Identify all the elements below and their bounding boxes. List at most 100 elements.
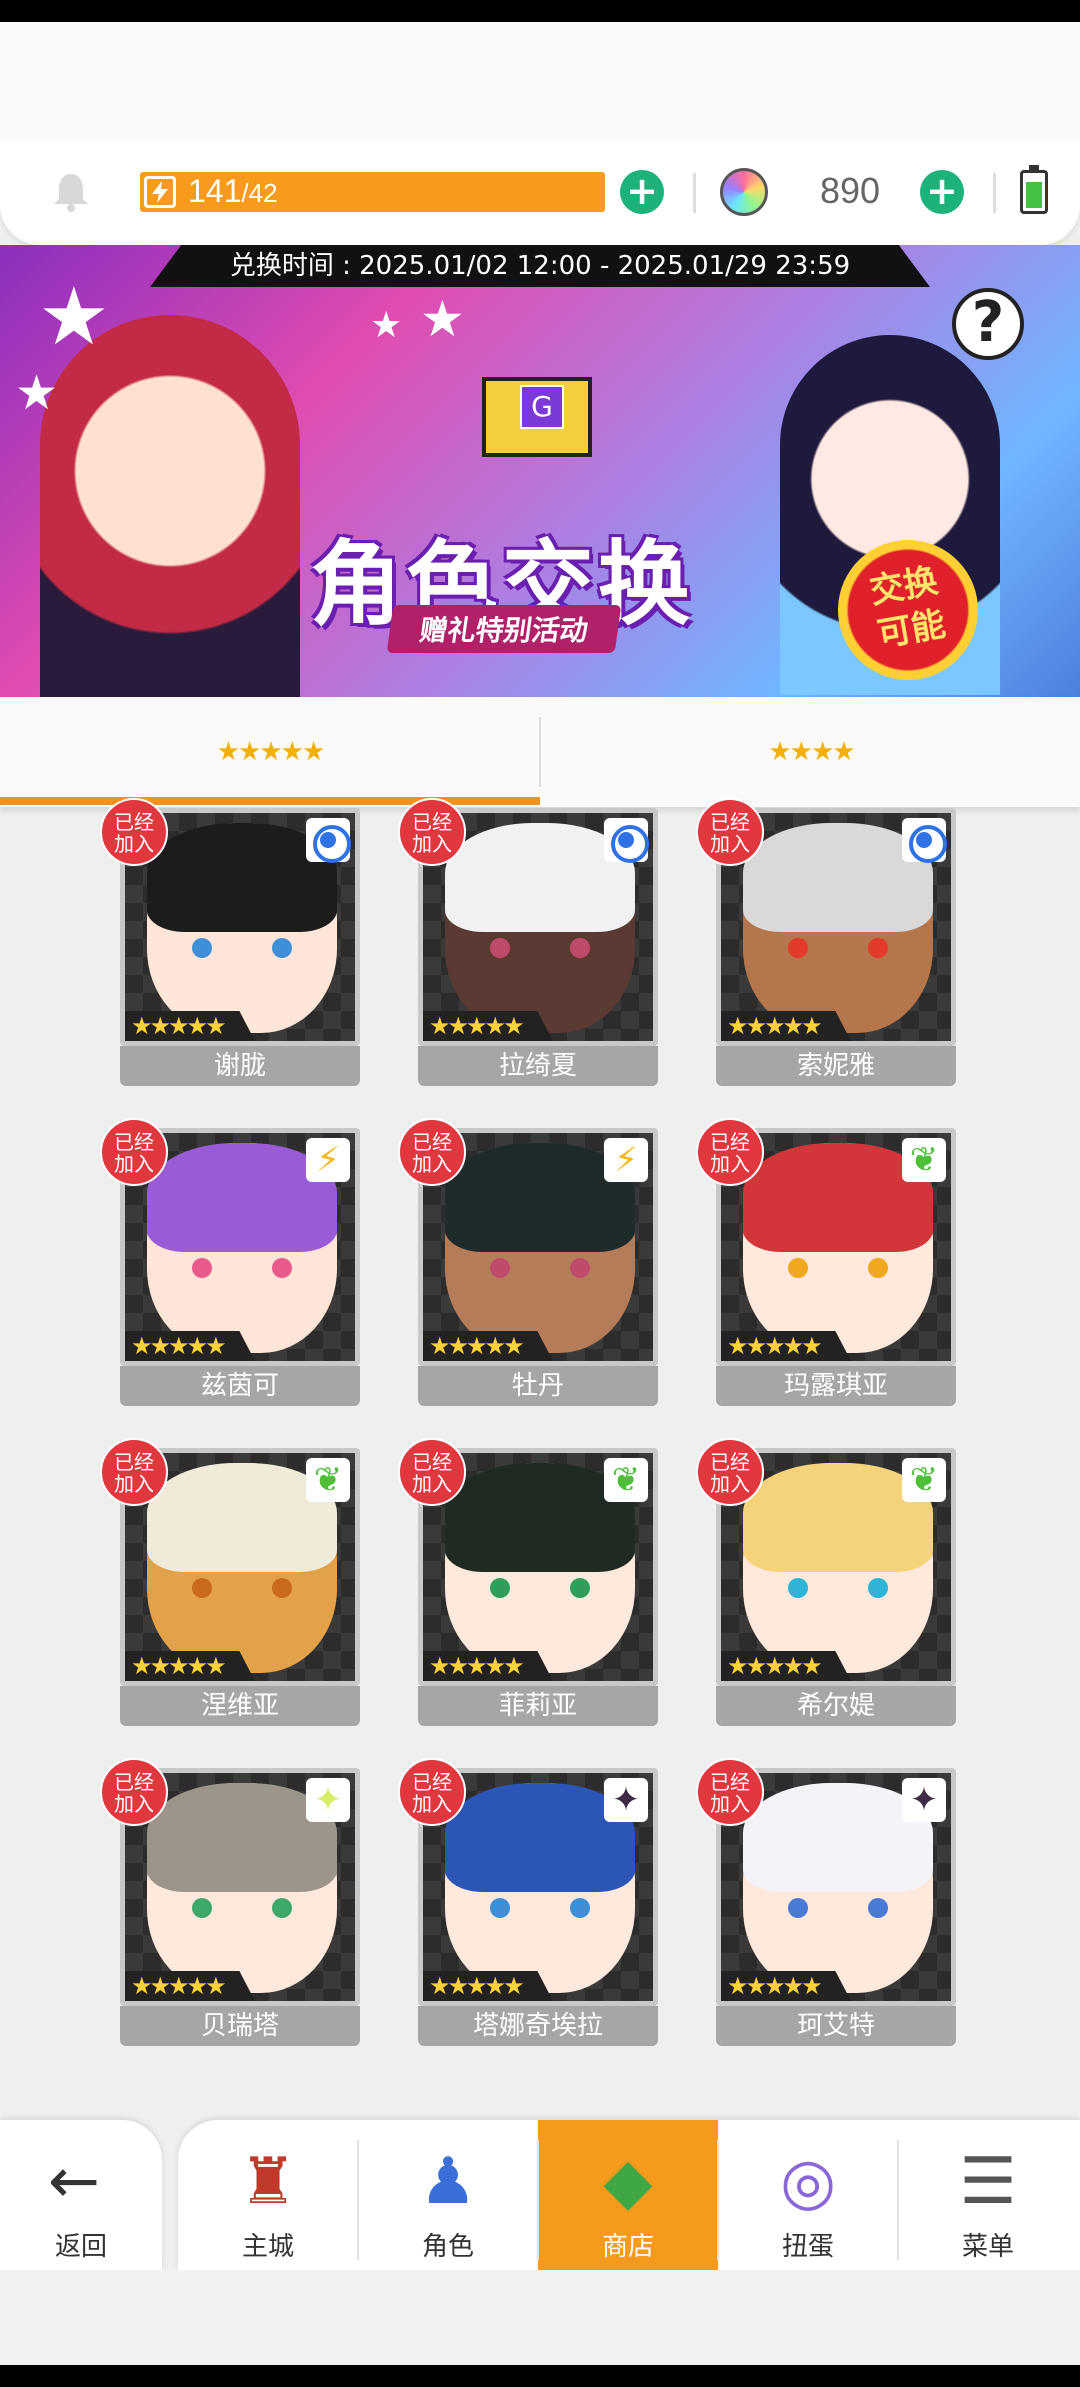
envelope-icon [482, 377, 592, 457]
character-name: 拉绮夏 [418, 1046, 658, 1086]
status-bar [0, 0, 1080, 22]
element-leaf-icon: ❦ [306, 1458, 350, 1502]
element-water-icon [902, 818, 947, 863]
rarity-stars: ★★★★★ [423, 1011, 553, 1041]
tab-four-star[interactable]: ★★★★ [541, 697, 1080, 807]
joined-badge: 已经 加入 [398, 1118, 466, 1186]
element-bolt-icon: ⚡ [604, 1138, 648, 1182]
bell-icon[interactable] [48, 168, 94, 214]
element-leaf-icon: ❦ [902, 1458, 946, 1502]
back-label: 返回 [54, 2232, 107, 2262]
system-nav-bar [0, 2365, 1080, 2387]
element-leaf-icon: ❦ [604, 1458, 648, 1502]
nav-item-castle[interactable]: ♜ 主城 [178, 2120, 358, 2270]
character-name: 索妮雅 [716, 1046, 956, 1086]
element-dark-icon: ✦ [902, 1778, 946, 1822]
nav-item-gacha[interactable]: ◎ 扭蛋 [718, 2120, 898, 2270]
stamina-bar: 141/42 [140, 172, 605, 212]
gem-count: 890 [820, 170, 881, 211]
nav-separator [897, 2140, 899, 2260]
rarity-stars: ★★★★★ [423, 1651, 553, 1681]
character-card[interactable]: ★★★★★ ⚡ 已经 加入 牡丹 [398, 1118, 658, 1406]
character-name: 珂艾特 [716, 2006, 956, 2046]
joined-badge: 已经 加入 [398, 1438, 466, 1506]
add-gem-button[interactable]: + [920, 170, 964, 214]
element-bolt-icon: ⚡ [306, 1138, 350, 1182]
character-card[interactable]: ★★★★★ ✦ 已经 加入 塔娜奇埃拉 [398, 1758, 658, 2046]
character-card[interactable]: ★★★★★ ❦ 已经 加入 希尔媞 [696, 1438, 956, 1726]
castle-icon: ♜ [239, 2145, 297, 2219]
character-grid: ★★★★★ 已经 加入 谢胧 ★★★★★ 已经 加入 拉绮夏 ★★★★★ 已经 加入 … [0, 798, 1080, 2120]
character-name: 兹茵可 [120, 1366, 360, 1406]
rarity-stars: ★★★★★ [125, 1011, 255, 1041]
character-name: 菲莉亚 [418, 1686, 658, 1726]
gacha-icon: ◎ [780, 2145, 836, 2219]
character-name: 牡丹 [418, 1366, 658, 1406]
element-water-icon [306, 818, 351, 863]
active-tab-indicator [0, 797, 540, 805]
banner-character-left [40, 315, 300, 697]
character-card[interactable]: ★★★★★ ❦ 已经 加入 涅维亚 [100, 1438, 360, 1726]
joined-badge: 已经 加入 [696, 1758, 764, 1826]
header-divider [993, 173, 996, 213]
joined-badge: 已经 加入 [100, 1758, 168, 1826]
character-card[interactable]: ★★★★★ ⚡ 已经 加入 兹茵可 [100, 1118, 360, 1406]
character-name: 贝瑞塔 [120, 2006, 360, 2046]
back-button[interactable]: ← 返回 [0, 2120, 162, 2270]
star-decoration-icon: ★ [420, 290, 465, 348]
rarity-stars: ★★★★★ [423, 1331, 553, 1361]
character-card[interactable]: ★★★★★ 已经 加入 索妮雅 [696, 798, 956, 1086]
help-button[interactable]: ? [952, 288, 1024, 360]
nav-label: 扭蛋 [781, 2232, 834, 2262]
nav-label: 角色 [421, 2232, 474, 2262]
banner-subtitle: 赠礼特别活动 [386, 605, 622, 653]
character-name: 塔娜奇埃拉 [418, 2006, 658, 2046]
joined-badge: 已经 加入 [696, 1438, 764, 1506]
nav-item-shop[interactable]: ◆ 商店 [538, 2120, 718, 2270]
exchange-time: 兑换时间 : 2025.01/02 12:00 - 2025.01/29 23:… [150, 245, 930, 287]
tab-five-star[interactable]: ★★★★★ [0, 697, 540, 807]
stamina-value: 141/42 [188, 173, 278, 210]
star-decoration-icon: ★ [370, 305, 403, 346]
character-card[interactable]: ★★★★★ ✦ 已经 加入 贝瑞塔 [100, 1758, 360, 2046]
character-card[interactable]: ★★★★★ 已经 加入 拉绮夏 [398, 798, 658, 1086]
bottom-navigation: ← 返回 ♜ 主城 ♟ 角色 ◆ 商店 ◎ 扭蛋 ☰ 菜单 [0, 2120, 1080, 2270]
rarity-stars: ★★★★★ [721, 1651, 851, 1681]
nav-item-character[interactable]: ♟ 角色 [358, 2120, 538, 2270]
nav-label: 主城 [241, 2232, 294, 2262]
gem-icon [720, 168, 768, 216]
star-decoration-icon: ★ [15, 365, 59, 421]
character-card[interactable]: ★★★★★ 已经 加入 谢胧 [100, 798, 360, 1086]
rarity-stars: ★★★★★ [423, 1971, 553, 2001]
joined-badge: 已经 加入 [398, 798, 466, 866]
battery-icon [1020, 165, 1048, 214]
character-card[interactable]: ★★★★★ ❦ 已经 加入 玛露琪亚 [696, 1118, 956, 1406]
rarity-stars: ★★★★★ [125, 1651, 255, 1681]
back-arrow-icon: ← [48, 2144, 100, 2217]
header-divider [693, 173, 696, 213]
menu-icon: ☰ [959, 2145, 1017, 2219]
nav-label: 商店 [601, 2232, 654, 2262]
top-blank-area [0, 22, 1080, 142]
nav-separator [717, 2140, 719, 2260]
rarity-stars: ★★★★★ [125, 1331, 255, 1361]
shop-icon: ◆ [603, 2145, 653, 2219]
stamina-current: 141 [188, 173, 242, 209]
rarity-stars: ★★★★★ [125, 1971, 255, 2001]
bottom-blank-area [0, 2270, 1080, 2365]
nav-separator [357, 2140, 359, 2260]
character-icon: ♟ [419, 2145, 477, 2219]
nav-item-menu[interactable]: ☰ 菜单 [898, 2120, 1078, 2270]
add-stamina-button[interactable]: + [620, 170, 664, 214]
element-water-icon [604, 818, 649, 863]
rarity-stars: ★★★★★ [721, 1971, 851, 2001]
rarity-stars: ★★★★★ [721, 1331, 851, 1361]
character-card[interactable]: ★★★★★ ❦ 已经 加入 菲莉亚 [398, 1438, 658, 1726]
element-dark-icon: ✦ [604, 1778, 648, 1822]
joined-badge: 已经 加入 [398, 1758, 466, 1826]
event-banner: ★ ★ ★ ★ 兑换时间 : 2025.01/02 12:00 - 2025.0… [0, 245, 1080, 697]
stamina-bolt-icon [144, 176, 176, 208]
joined-badge: 已经 加入 [696, 1118, 764, 1186]
nav-tabs: ♜ 主城 ♟ 角色 ◆ 商店 ◎ 扭蛋 ☰ 菜单 [178, 2120, 1080, 2270]
character-card[interactable]: ★★★★★ ✦ 已经 加入 珂艾特 [696, 1758, 956, 2046]
